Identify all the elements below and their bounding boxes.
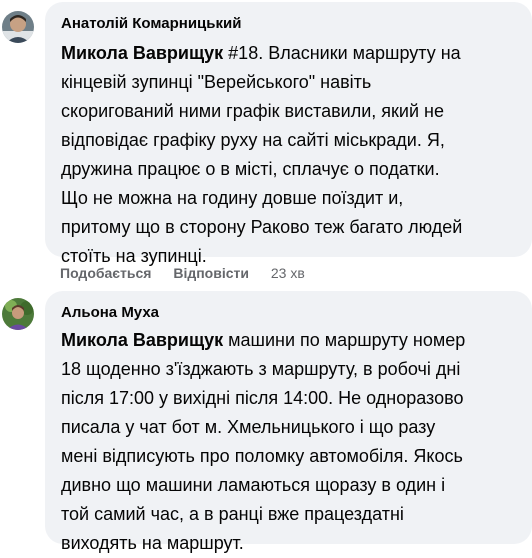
comment-line: 18 щоденно з'їзджають з маршруту, в робо…: [61, 359, 461, 379]
avatar-photo: [2, 298, 34, 330]
comment-line: після 17:00 у вихідні після 14:00. Не од…: [61, 388, 464, 408]
mention-link[interactable]: Микола Ваврищук: [61, 43, 223, 63]
comment-line: мені відписують про поломку автомобіля. …: [61, 446, 463, 466]
comment-line: відповідає графіку руху на сайті міськра…: [61, 130, 445, 150]
comment-line: кінцевій зупинці "Верейського" навіть: [61, 72, 372, 92]
comment-actions: Подобається Відповісти 23 хв: [60, 264, 305, 282]
comment-timestamp[interactable]: 23 хв: [271, 265, 305, 281]
mention-link[interactable]: Микола Ваврищук: [61, 330, 223, 350]
comment-line: писала у чат бот м. Хмельницького і що р…: [61, 417, 436, 437]
comment-line: притому що в сторону Раково теж багато л…: [61, 217, 463, 237]
comment-author[interactable]: Альона Муха: [61, 303, 518, 323]
like-button[interactable]: Подобається: [60, 265, 151, 281]
comment-line: Микола Ваврищук машини по маршруту номер: [61, 330, 466, 350]
comment-text: Микола Ваврищук #18. Власники маршруту н…: [61, 39, 518, 271]
reply-button[interactable]: Відповісти: [173, 265, 249, 281]
comment-line: той самий час, а в ранці вже працездатні: [61, 504, 404, 524]
commenter-avatar[interactable]: [2, 298, 34, 330]
comment-line: дружина працює о в місті, сплачує о пода…: [61, 159, 440, 179]
comment-line: скоригований ними графік виставили, який…: [61, 101, 444, 121]
comment-author[interactable]: Анатолій Комарницький: [61, 14, 518, 34]
comment-line: Микола Ваврищук #18. Власники маршруту н…: [61, 43, 461, 63]
comment-bubble: Альона Муха Микола Ваврищук машини по ма…: [45, 291, 532, 553]
avatar-photo: [2, 11, 34, 43]
comment-line: дивно що машини ламаються щоразу в один …: [61, 475, 446, 495]
comment-text: Микола Ваврищук машини по маршруту номер…: [61, 326, 518, 558]
comment-line: Що не можна на годину довше поїздит и,: [61, 188, 404, 208]
commenter-avatar[interactable]: [2, 11, 34, 43]
comment-bubble: Анатолій Комарницький Микола Ваврищук #1…: [45, 2, 532, 266]
